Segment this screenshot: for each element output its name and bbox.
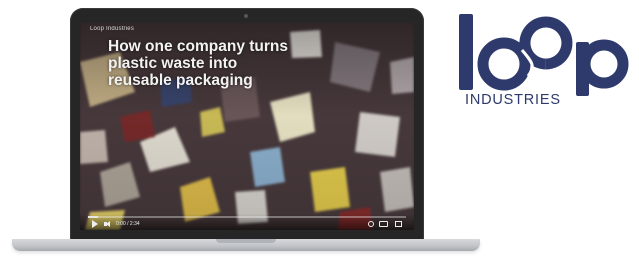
video-time-readout: 0:00 / 2:34 bbox=[116, 221, 140, 227]
loop-industries-logo: INDUSTRIES bbox=[456, 6, 636, 116]
video-player[interactable]: Loop Industries How one company turns pl… bbox=[80, 22, 414, 230]
logo-tagline: INDUSTRIES bbox=[465, 92, 561, 108]
video-progress-fill bbox=[88, 216, 98, 218]
gear-icon[interactable] bbox=[368, 221, 374, 227]
video-headline: How one company turns plastic waste into… bbox=[108, 38, 288, 89]
laptop-opening-notch bbox=[216, 239, 276, 243]
volume-icon[interactable] bbox=[104, 220, 110, 228]
laptop-base bbox=[12, 239, 480, 251]
laptop-lid: Loop Industries How one company turns pl… bbox=[70, 8, 424, 240]
webcam-dot bbox=[244, 14, 248, 18]
video-progress-bar[interactable] bbox=[88, 216, 406, 218]
captions-icon[interactable] bbox=[379, 221, 388, 227]
fullscreen-icon[interactable] bbox=[395, 221, 402, 227]
player-control-bar: 0:00 / 2:34 bbox=[80, 214, 414, 230]
video-channel-name: Loop Industries bbox=[90, 26, 135, 32]
play-icon[interactable] bbox=[92, 220, 98, 228]
loop-wordmark bbox=[459, 14, 629, 96]
